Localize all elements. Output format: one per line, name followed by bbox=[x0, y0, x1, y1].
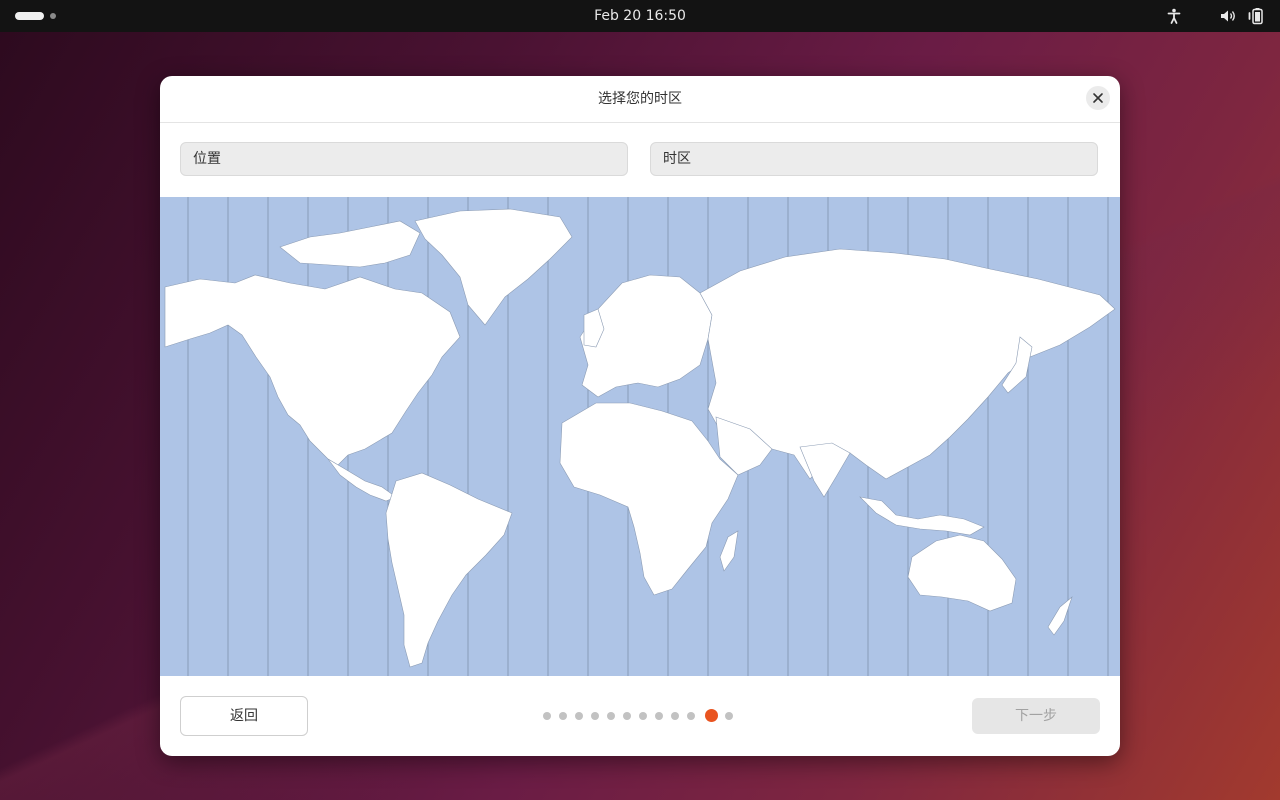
timezone-input[interactable] bbox=[650, 142, 1098, 176]
page-dot bbox=[543, 712, 551, 720]
page-dot bbox=[687, 712, 695, 720]
close-button[interactable] bbox=[1086, 86, 1110, 110]
dialog-header: 选择您的时区 bbox=[160, 76, 1120, 123]
volume-icon[interactable] bbox=[1218, 6, 1238, 26]
page-dot bbox=[671, 712, 679, 720]
page-dot bbox=[607, 712, 615, 720]
top-bar: Feb 20 16:50 bbox=[0, 0, 1280, 32]
timezone-map[interactable] bbox=[160, 197, 1120, 676]
page-dot bbox=[591, 712, 599, 720]
page-dot bbox=[575, 712, 583, 720]
next-button[interactable]: 下一步 bbox=[972, 698, 1100, 734]
page-dot bbox=[725, 712, 733, 720]
clock[interactable]: Feb 20 16:50 bbox=[0, 0, 1280, 32]
page-dot-active bbox=[705, 709, 718, 722]
back-button[interactable]: 返回 bbox=[180, 696, 308, 736]
page-dot bbox=[639, 712, 647, 720]
page-dot bbox=[623, 712, 631, 720]
landmasses bbox=[164, 208, 1116, 668]
battery-icon[interactable] bbox=[1246, 6, 1266, 26]
page-dot bbox=[655, 712, 663, 720]
dialog-title: 选择您的时区 bbox=[598, 91, 682, 107]
page-dot bbox=[559, 712, 567, 720]
location-input[interactable] bbox=[180, 142, 628, 176]
timezone-dialog: 选择您的时区 位置 时区 返回 下一步 bbox=[160, 76, 1120, 756]
accessibility-icon[interactable] bbox=[1164, 6, 1184, 26]
close-icon bbox=[1093, 93, 1103, 103]
